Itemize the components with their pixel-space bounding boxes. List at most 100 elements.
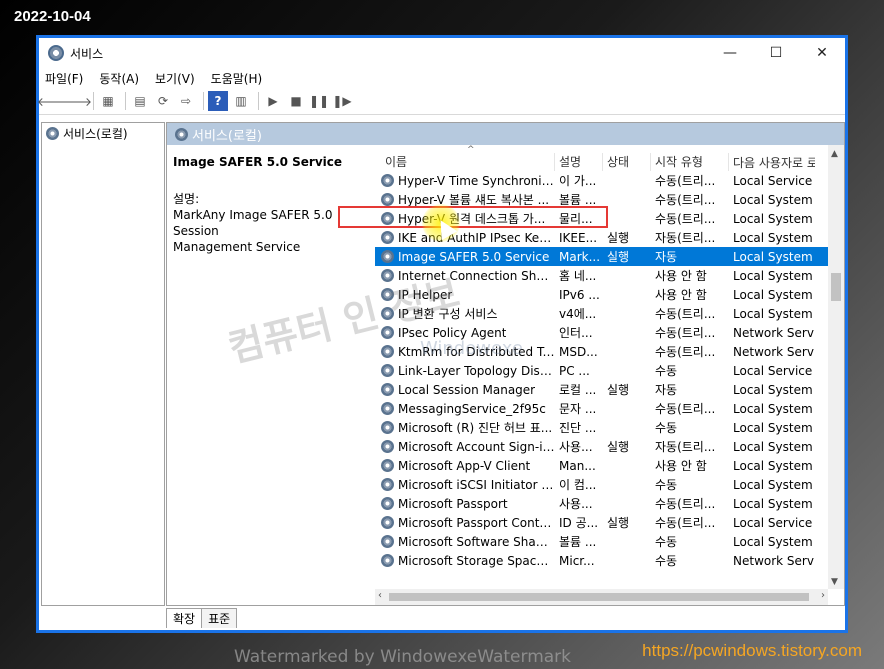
service-name-text: Hyper-V Time Synchroniza... [398,173,555,188]
service-logon-as: Local System [733,306,813,321]
service-description: 이 컴... [559,478,597,492]
column-header-description[interactable]: 설명 [555,153,603,171]
properties-icon[interactable]: ▤ [130,91,150,111]
service-logon-as: Local Service [733,363,813,378]
scroll-thumb[interactable] [831,273,841,301]
table-row[interactable]: Microsoft Passport 사용... 수동(트리... Local Sys… [375,494,828,513]
gear-icon [381,459,394,472]
panel-header: 서비스(로컬) [167,123,844,145]
service-description: 로컬 ... [559,383,597,397]
service-description: Man... [559,458,596,473]
tab-standard[interactable]: 표준 [201,608,238,628]
overlay-date: 2022-10-04 [14,8,91,25]
help-icon[interactable]: ? [208,91,228,111]
service-name: Microsoft iSCSI Initiator Se... [375,478,555,492]
service-name-text: Link-Layer Topology Disco... [398,363,555,378]
gear-icon [381,421,394,434]
table-row[interactable]: Local Session Manager 로컬 ... 실행 자동 Local Sys… [375,380,828,399]
service-startup-type: 수동 [655,478,678,492]
table-row[interactable]: Microsoft App-V Client Man... 사용 안 함 Local … [375,456,828,475]
service-startup-type: 사용 안 함 [655,269,707,283]
scroll-thumb-horizontal[interactable] [389,593,809,601]
view-icon[interactable]: ▥ [231,91,251,111]
gear-icon [381,231,394,244]
tree-item-services-local[interactable]: 서비스(로컬) [42,123,164,144]
maximize-button[interactable]: ☐ [753,38,799,68]
restart-icon[interactable]: ❚▶ [332,91,352,111]
scroll-right-icon[interactable]: › [821,590,825,601]
service-logon-as: Network Service [733,553,815,568]
menu-bar: 파일(F) 동작(A) 보기(V) 도움말(H) [39,68,845,88]
service-description: 인터... [559,326,593,340]
scroll-up-icon[interactable]: ▲ [831,149,838,159]
forward-arrow-icon[interactable]: 🡒 [60,91,92,111]
service-logon-as: Local System [733,382,813,397]
service-name: Link-Layer Topology Disco... [375,364,555,378]
horizontal-scrollbar[interactable]: ‹ › [375,589,828,605]
console-tree-icon[interactable]: ▦ [98,91,118,111]
service-name-text: Microsoft Passport Container [398,515,555,530]
service-startup-type: 수동(트리... [655,345,716,359]
export-icon[interactable]: ⇨ [176,91,196,111]
table-row[interactable]: MessagingService_2f95c 문자 ... 수동(트리... Loca… [375,399,828,418]
table-row[interactable]: Link-Layer Topology Disco... PC ... 수동 Loca… [375,361,828,380]
toolbar-separator [258,92,259,110]
column-header-status[interactable]: 상태 [603,153,651,171]
scroll-down-icon[interactable]: ▼ [831,577,838,587]
table-row[interactable]: Microsoft Account Sign-in ... 사용... 실행 자동(트… [375,437,828,456]
table-row[interactable]: Microsoft (R) 진단 허브 표... 진단 ... 수동 Local Sy… [375,418,828,437]
overlay-url: https://pcwindows.tistory.com [642,641,862,660]
content-area: 서비스(로컬) 서비스(로컬) Image SAFER 5.0 Service … [39,116,845,630]
vertical-scrollbar[interactable]: ▲ ▼ [828,145,844,589]
service-logon-as: Local System [733,534,813,549]
gear-icon [381,383,394,396]
column-header-startup-type[interactable]: 시작 유형 [651,153,729,171]
services-window: 서비스 — ☐ ✕ 파일(F) 동작(A) 보기(V) 도움말(H) 🡐 🡒 ▦… [36,35,848,633]
services-gear-icon [48,45,64,61]
table-row[interactable]: Microsoft Storage Spaces ... Micr... 수동 Net… [375,551,828,570]
service-logon-as: Local Service [733,515,813,530]
play-icon[interactable]: ▶ [263,91,283,111]
gear-icon [46,127,59,140]
service-startup-type: 수동 [655,535,678,549]
menu-view[interactable]: 보기(V) [155,70,195,87]
service-startup-type: 수동(트리... [655,193,716,207]
sort-ascending-icon: ^ [467,145,475,155]
table-row[interactable]: Microsoft Software Shado... 볼륨 ... 수동 Local… [375,532,828,551]
service-logon-as: Local System [733,249,813,264]
gear-icon [381,193,394,206]
selected-service-name: Image SAFER 5.0 Service [173,155,343,169]
table-row[interactable]: Microsoft iSCSI Initiator Se... 이 컴... 수동 L… [375,475,828,494]
gear-icon [381,174,394,187]
menu-action[interactable]: 동작(A) [99,70,139,87]
column-header-name[interactable]: 이름 [375,153,555,171]
service-name-text: IKE and AuthIP IPsec Keyin... [398,230,555,245]
service-logon-as: Local System [733,192,813,207]
column-headers: ^ 이름 설명 상태 시작 유형 다음 사용자로 로 [375,145,844,171]
service-logon-as: Local System [733,458,813,473]
menu-file[interactable]: 파일(F) [45,70,83,87]
tree-item-label: 서비스(로컬) [63,127,128,141]
service-name: Image SAFER 5.0 Service [375,250,555,264]
close-button[interactable]: ✕ [799,38,845,68]
service-startup-type: 사용 안 함 [655,288,707,302]
service-description: 홈 네... [559,269,597,283]
service-startup-type: 수동 [655,364,678,378]
minimize-button[interactable]: — [707,38,753,68]
service-description: 볼륨 ... [559,535,597,549]
table-row[interactable]: Microsoft Passport Container ID 공... 실행 수동(… [375,513,828,532]
scroll-left-icon[interactable]: ‹ [378,590,382,601]
refresh-icon[interactable]: ⟳ [153,91,173,111]
menu-help[interactable]: 도움말(H) [211,70,263,87]
toolbar-separator [125,92,126,110]
column-header-logon-as[interactable]: 다음 사용자로 로 [729,154,815,171]
table-row[interactable]: Hyper-V Time Synchroniza... 이 가... 수동(트리..… [375,171,828,190]
title-bar: 서비스 — ☐ ✕ [39,38,845,68]
stop-icon[interactable]: ■ [286,91,306,111]
service-name: IKE and AuthIP IPsec Keyin... [375,231,555,245]
tab-extended[interactable]: 확장 [166,608,203,628]
watermark-bottom: Watermarked by WindowexeWatermark [234,647,572,667]
pause-icon[interactable]: ❚❚ [309,91,329,111]
gear-icon [381,554,394,567]
service-startup-type: 수동(트리... [655,174,716,188]
